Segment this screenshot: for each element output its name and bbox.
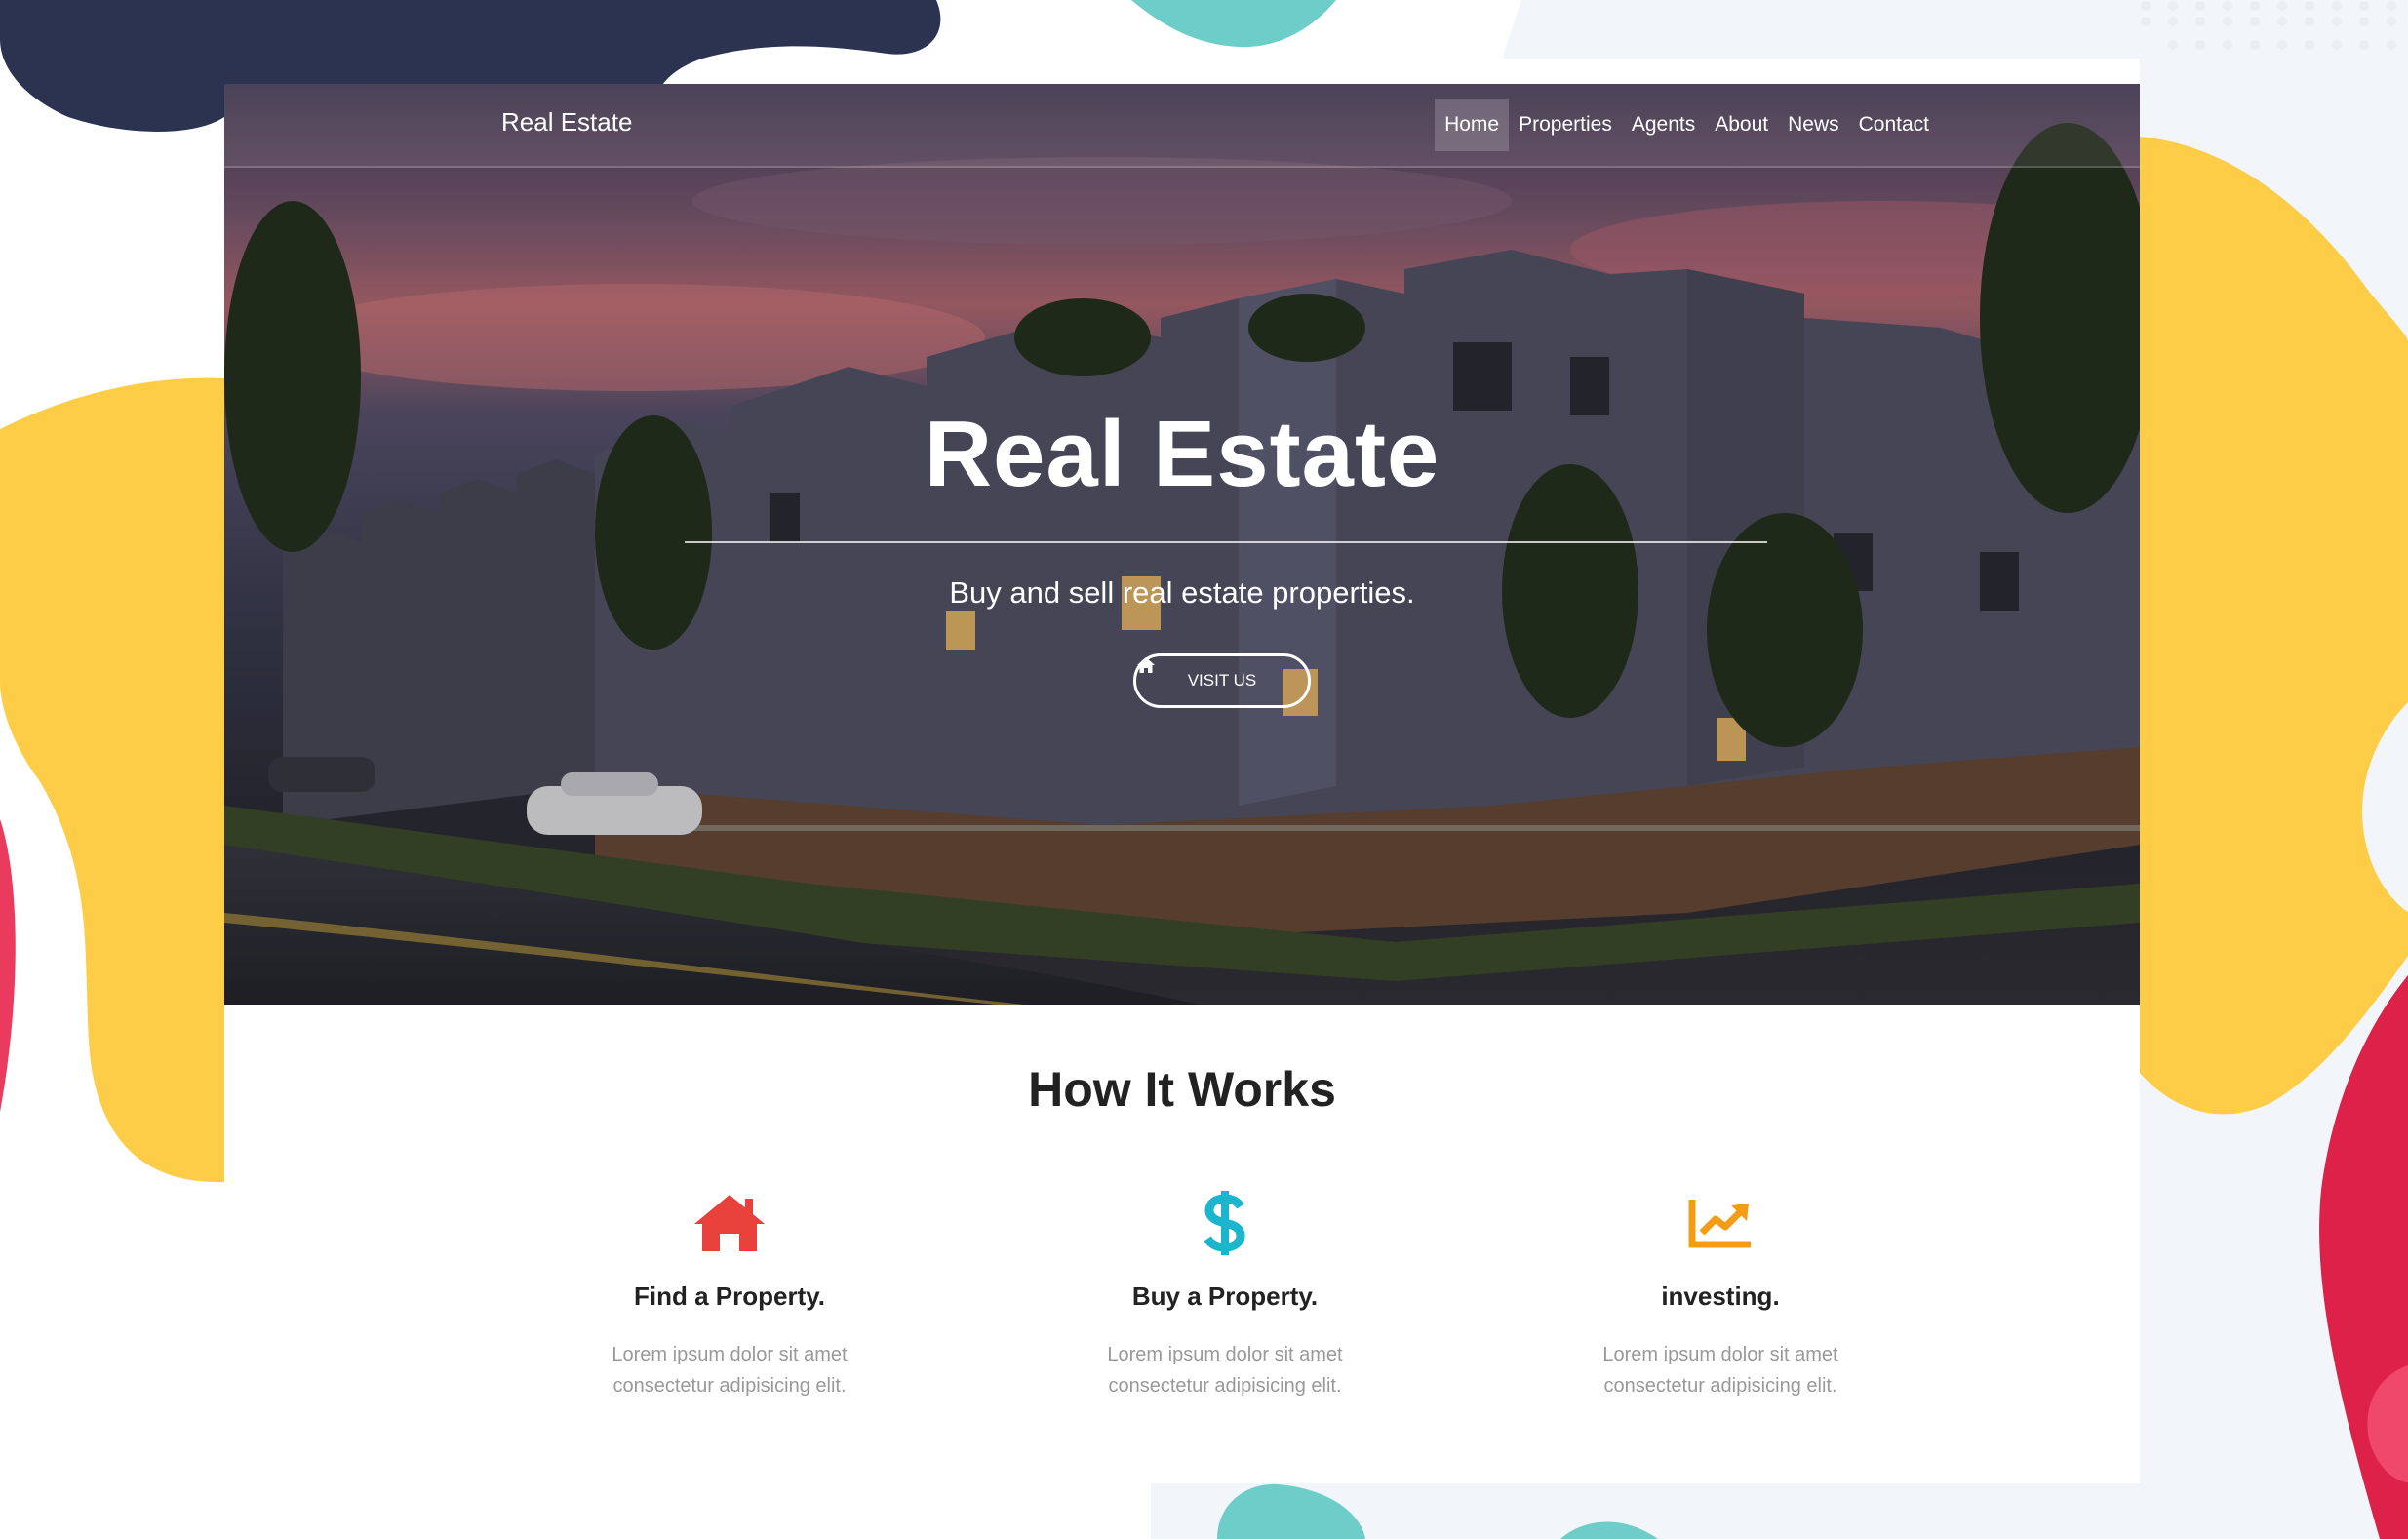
feature-find-property: Find a Property. Lorem ipsum dolor sit a… [525,1184,934,1401]
hero-background-image [224,84,2140,1005]
visit-us-label: VISIT US [1187,671,1257,690]
hero-section: Real Estate Home Properties Agents About… [224,84,2140,1005]
nav-item-contact[interactable]: Contact [1849,99,1939,151]
brand-logo[interactable]: Real Estate [501,107,632,138]
feature-text: Lorem ipsum dolor sit amet consectetur a… [1602,1344,1838,1397]
home-icon [1137,657,1155,673]
red-blob-left [0,819,16,1112]
feature-investing: investing. Lorem ipsum dolor sit amet co… [1516,1184,1925,1401]
hero-subtitle: Buy and sell real estate properties. [949,575,1415,610]
nav-item-home[interactable]: Home [1435,99,1510,151]
feature-buy-property: Buy a Property. Lorem ipsum dolor sit am… [1020,1184,1430,1401]
nav-item-agents[interactable]: Agents [1622,99,1705,151]
nav-links: Home Properties Agents About News Contac… [1435,99,1939,151]
feature-title: Find a Property. [634,1282,825,1311]
visit-us-button[interactable]: VISIT US [1133,653,1311,708]
feature-title: Buy a Property. [1131,1282,1319,1311]
nav-item-properties[interactable]: Properties [1509,99,1622,151]
feature-text: Lorem ipsum dolor sit amet consectetur a… [612,1344,848,1397]
yellow-blob-left [0,377,224,1183]
dollar-icon [1204,1191,1245,1255]
hero-divider [685,541,1767,543]
chart-line-icon [1688,1200,1751,1248]
hero-title: Real Estate [924,402,1441,506]
nav-item-news[interactable]: News [1778,99,1849,151]
home-icon [694,1195,765,1251]
nav-item-about[interactable]: About [1705,99,1778,151]
navbar: Real Estate Home Properties Agents About… [224,84,2140,168]
how-it-works-title: How It Works [1028,1062,1336,1117]
feature-text: Lorem ipsum dolor sit amet consectetur a… [1107,1344,1343,1397]
page-card: Real Estate Home Properties Agents About… [224,84,2140,1483]
teal-blob-top [1131,0,1336,48]
feature-title: investing. [1661,1282,1780,1311]
